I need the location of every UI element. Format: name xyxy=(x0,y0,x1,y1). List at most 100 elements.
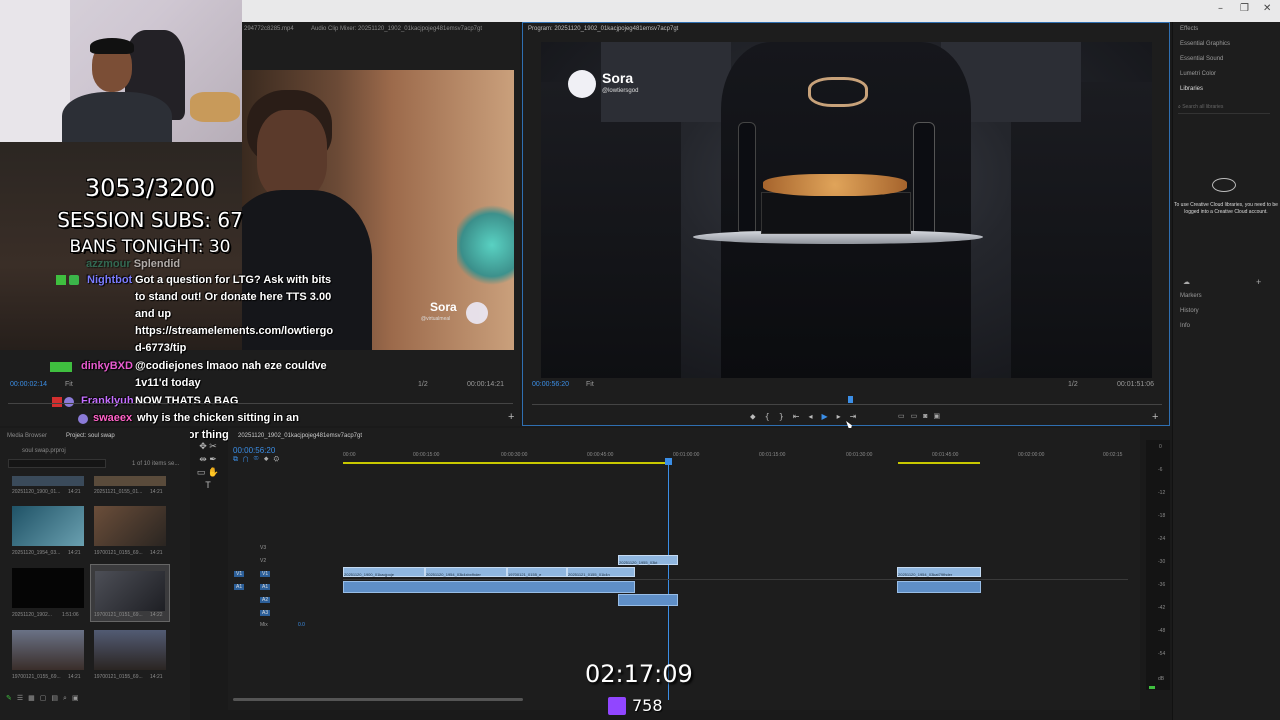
clip-thumbnail[interactable] xyxy=(94,630,166,670)
track-label-a2[interactable]: A2 xyxy=(260,597,271,603)
sequence-timecode[interactable]: 00:00:56:20 xyxy=(233,446,275,455)
lift-icon[interactable]: ▭ xyxy=(898,413,911,420)
audio-clip[interactable] xyxy=(897,581,981,593)
project-search-input[interactable] xyxy=(8,459,106,468)
linked-selection-icon[interactable]: ⚭ xyxy=(253,456,263,463)
tab-project[interactable]: Project: soul swap xyxy=(66,433,115,439)
video-clip[interactable]: 19700121_0155_e xyxy=(507,567,567,577)
add-library-icon[interactable]: + xyxy=(1256,277,1261,287)
type-tool-icon[interactable]: T xyxy=(205,480,211,490)
mark-out-icon[interactable]: } xyxy=(779,412,793,421)
chat-user: swaeex xyxy=(93,412,133,424)
mix-value[interactable]: 0.0 xyxy=(298,622,305,628)
video-clip[interactable]: 20251121_0155_01k4n xyxy=(567,567,635,577)
panel-markers[interactable]: Markers xyxy=(1180,293,1202,299)
source-fit-select[interactable]: Fit xyxy=(65,381,73,388)
clip-thumbnail[interactable] xyxy=(12,568,84,608)
track-label-v2[interactable]: V2 xyxy=(260,558,266,564)
new-item-icon[interactable]: ▣ xyxy=(72,695,84,702)
close-button[interactable]: ✕ xyxy=(1263,3,1271,14)
source-scrub-bar[interactable] xyxy=(8,403,513,404)
search-icon[interactable]: ⌕ xyxy=(63,695,72,702)
tab-audio-clip-mixer[interactable]: Audio Clip Mixer: 20251120_1902_01kacjpo… xyxy=(311,26,482,32)
source-timecode[interactable]: 00:00:02:14 xyxy=(10,381,47,388)
program-resolution-select[interactable]: 1/2 xyxy=(1068,381,1078,388)
play-icon[interactable]: ▶ xyxy=(822,412,837,421)
wrench-icon[interactable]: ⚙ xyxy=(274,456,285,463)
audio-clip[interactable] xyxy=(343,581,635,593)
video-clip[interactable]: 20251120_1900_01kacjpoje xyxy=(343,567,425,577)
clip-thumbnail[interactable] xyxy=(12,476,84,486)
add-button-icon[interactable]: + xyxy=(508,411,514,423)
track-select-icon[interactable]: ⇹ xyxy=(199,454,207,464)
clip-label: 20251120_1955_03kt xyxy=(619,560,658,565)
nest-icon[interactable]: ⧉ xyxy=(233,456,243,463)
video-clip[interactable]: 20251120_1954_03k4xbxfhder xyxy=(425,567,507,577)
panel-info[interactable]: Info xyxy=(1180,323,1190,329)
track-label-a3[interactable]: A3 xyxy=(260,610,271,616)
step-back-icon[interactable]: ◂ xyxy=(809,412,822,421)
clip-label: 20251120_1954_03kat79fhder xyxy=(898,572,953,577)
go-to-out-icon[interactable]: ⇥ xyxy=(850,412,866,421)
panel-effects[interactable]: Effects xyxy=(1180,26,1198,32)
rectangle-tool-icon[interactable]: ▭ xyxy=(197,467,206,477)
clip-thumbnail[interactable] xyxy=(12,630,84,670)
program-fit-select[interactable]: Fit xyxy=(586,381,594,388)
track-label-v3[interactable]: V3 xyxy=(260,545,266,551)
minimize-button[interactable]: – xyxy=(1218,3,1223,14)
freeform-view-icon[interactable]: ▢ xyxy=(40,695,52,702)
export-frame-icon[interactable]: ◙ xyxy=(923,413,933,420)
program-scrub-bar[interactable] xyxy=(532,404,1162,405)
video-clip[interactable]: 20251120_1955_03kt xyxy=(618,555,678,565)
audio-clip[interactable] xyxy=(618,594,678,606)
compare-icon[interactable]: ▣ xyxy=(933,413,946,420)
panel-history[interactable]: History xyxy=(1180,308,1199,314)
meter-label: -18 xyxy=(1158,513,1166,519)
panel-lumetri-color[interactable]: Lumetri Color xyxy=(1180,71,1216,77)
library-search[interactable]: ⌕ Search all libraries xyxy=(1178,104,1270,114)
add-marker-icon[interactable]: ⬥ xyxy=(264,456,274,463)
hand-tool-icon[interactable]: ✋ xyxy=(208,467,219,477)
add-button-icon[interactable]: + xyxy=(1152,411,1158,423)
source-resolution-select[interactable]: 1/2 xyxy=(418,381,428,388)
time-ruler[interactable]: 00:00 00:00:15:00 00:00:30:00 00:00:45:0… xyxy=(343,448,1128,468)
clip-thumbnail[interactable] xyxy=(94,476,166,486)
snap-icon[interactable]: ⋂ xyxy=(243,456,253,463)
mark-in-icon[interactable]: { xyxy=(765,412,779,421)
panel-essential-sound[interactable]: Essential Sound xyxy=(1180,56,1223,62)
timeline-horizontal-scrollbar[interactable] xyxy=(233,698,523,701)
maximize-button[interactable]: ❐ xyxy=(1240,3,1249,14)
extract-icon[interactable]: ▭ xyxy=(911,413,924,420)
marker-icon[interactable]: ⬥ xyxy=(750,412,765,421)
program-watermark-handle: @lowtiersgod xyxy=(602,88,639,94)
tab-media-browser[interactable]: Media Browser xyxy=(7,433,47,439)
panel-libraries[interactable]: Libraries xyxy=(1180,86,1203,92)
tab-sequence[interactable]: 20251120_1902_01kacjpojeg481emsv7acp7gt xyxy=(238,433,362,439)
go-to-in-icon[interactable]: ⇤ xyxy=(793,412,809,421)
cloud-icon[interactable]: ☁ xyxy=(1183,278,1190,286)
tab-source-clip[interactable]: 294772c8285.mp4 xyxy=(244,26,294,32)
clip-thumbnail[interactable] xyxy=(94,506,166,546)
razor-tool-icon[interactable]: ✂ xyxy=(209,441,217,451)
clip-duration: 14:21 xyxy=(150,674,163,680)
program-playhead[interactable] xyxy=(848,396,853,403)
clip-name: 19700121_0151_69... xyxy=(94,612,143,618)
panel-essential-graphics[interactable]: Essential Graphics xyxy=(1180,41,1230,47)
clip-thumbnail[interactable] xyxy=(12,506,84,546)
new-bin-icon[interactable]: ▤ xyxy=(51,695,63,702)
ruler-label: 00:00:45:00 xyxy=(587,452,614,458)
video-clip[interactable]: 20251120_1954_03kat79fhder xyxy=(897,567,981,577)
program-timecode[interactable]: 00:00:56:20 xyxy=(532,381,569,388)
clip-name: 19700121_0155_69... xyxy=(12,674,61,680)
tab-program[interactable]: Program: 20251120_1902_01kacjpojeg481ems… xyxy=(528,26,678,32)
list-view-icon[interactable]: ☰ xyxy=(17,695,28,702)
selection-tool-icon[interactable]: ✥ xyxy=(199,441,207,451)
track-label-v1[interactable]: V1 xyxy=(260,571,271,577)
pencil-icon[interactable]: ✎ xyxy=(6,695,17,702)
meter-label: dB xyxy=(1158,676,1165,682)
icon-view-icon[interactable]: ▦ xyxy=(28,695,40,702)
track-label-a1[interactable]: A1 xyxy=(260,584,271,590)
playhead-handle[interactable] xyxy=(665,458,672,465)
project-file-name: soul swap.prproj xyxy=(22,448,66,454)
pen-tool-icon[interactable]: ✒ xyxy=(209,454,217,464)
